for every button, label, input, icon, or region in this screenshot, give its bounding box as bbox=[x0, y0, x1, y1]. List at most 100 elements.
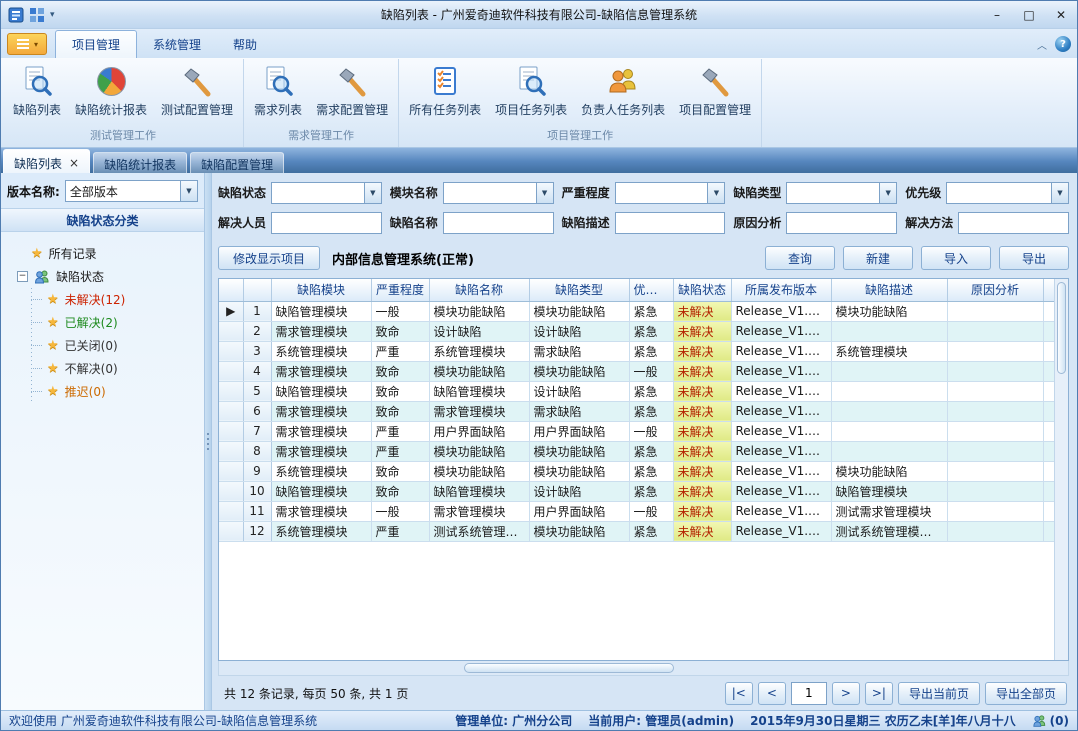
cell-severity: 致命 bbox=[371, 481, 429, 501]
import-button[interactable]: 导入 bbox=[921, 246, 991, 270]
table-row[interactable]: ▶1缺陷管理模块一般模块功能缺陷模块功能缺陷紧急未解决Release_V1.2.… bbox=[219, 301, 1054, 321]
column-header[interactable]: 缺陷模块 bbox=[271, 279, 371, 301]
resolver-input[interactable] bbox=[271, 212, 382, 234]
query-button[interactable]: 查询 bbox=[765, 246, 835, 270]
cell-severity: 严重 bbox=[371, 421, 429, 441]
tree-item-all-records[interactable]: ★ 所有记录 bbox=[5, 242, 200, 265]
column-header[interactable]: 缺陷类型 bbox=[529, 279, 629, 301]
tree-item-resolved[interactable]: ★ 已解决(2) bbox=[5, 311, 200, 334]
row-indicator bbox=[219, 521, 243, 541]
collapse-expander-icon[interactable]: − bbox=[17, 271, 28, 282]
project-tasks-button[interactable]: 项目任务列表 bbox=[488, 59, 574, 120]
tree-item-closed[interactable]: ★ 已关闭(0) bbox=[5, 334, 200, 357]
first-page-button[interactable]: |< bbox=[725, 682, 753, 705]
column-header[interactable]: 原因分析 bbox=[947, 279, 1043, 301]
column-header[interactable]: 严重程度 bbox=[371, 279, 429, 301]
priority-select[interactable]: ▼ bbox=[946, 182, 1069, 204]
prev-page-button[interactable]: < bbox=[758, 682, 786, 705]
table-row[interactable]: 8需求管理模块严重模块功能缺陷模块功能缺陷紧急未解决Release_V1.0.0 bbox=[219, 441, 1054, 461]
doc-tab-defect-list[interactable]: 缺陷列表 × bbox=[3, 149, 90, 173]
column-header[interactable]: 优先级 bbox=[629, 279, 673, 301]
defect-name-input[interactable] bbox=[443, 212, 554, 234]
tree-item-defect-status[interactable]: − 缺陷状态 bbox=[5, 265, 200, 288]
cell-desc: 缺陷管理模块 bbox=[831, 481, 947, 501]
tab-close-icon[interactable]: × bbox=[69, 156, 79, 170]
next-page-button[interactable]: > bbox=[832, 682, 860, 705]
last-page-button[interactable]: >| bbox=[865, 682, 893, 705]
table-row[interactable]: 12系统管理模块严重测试系统管理模...模块功能缺陷紧急未解决Release_V… bbox=[219, 521, 1054, 541]
column-header[interactable]: 缺陷状态 bbox=[673, 279, 731, 301]
close-button[interactable]: ✕ bbox=[1045, 1, 1077, 28]
table-row[interactable]: 11需求管理模块一般需求管理模块用户界面缺陷一般未解决Release_V1.1.… bbox=[219, 501, 1054, 521]
tree-item-wont-fix[interactable]: ★ 不解决(0) bbox=[5, 357, 200, 380]
vertical-scrollbar-thumb[interactable] bbox=[1057, 282, 1066, 374]
cell-desc: 模块功能缺陷 bbox=[831, 461, 947, 481]
defect-report-button[interactable]: 缺陷统计报表 bbox=[68, 59, 154, 120]
cell-status: 未解决 bbox=[673, 441, 731, 461]
column-header[interactable]: 缺陷名称 bbox=[429, 279, 529, 301]
module-name-select[interactable]: ▼ bbox=[443, 182, 554, 204]
quick-access-dropdown-icon[interactable]: ▾ bbox=[50, 10, 55, 20]
table-row[interactable]: 9系统管理模块致命模块功能缺陷模块功能缺陷紧急未解决Release_V1.0.0… bbox=[219, 461, 1054, 481]
star-icon: ★ bbox=[47, 385, 59, 398]
table-row[interactable]: 7需求管理模块严重用户界面缺陷用户界面缺陷一般未解决Release_V1.0.0 bbox=[219, 421, 1054, 441]
table-row[interactable]: 10缺陷管理模块致命缺陷管理模块设计缺陷紧急未解决Release_V1.0.0缺… bbox=[219, 481, 1054, 501]
cell-desc bbox=[831, 361, 947, 381]
defect-type-select[interactable]: ▼ bbox=[786, 182, 897, 204]
help-icon[interactable]: ? bbox=[1055, 36, 1071, 52]
sidebar-splitter[interactable] bbox=[204, 173, 212, 710]
table-row[interactable]: 3系统管理模块严重系统管理模块需求缺陷紧急未解决Release_V1.2.0系统… bbox=[219, 341, 1054, 361]
owner-tasks-button[interactable]: 负责人任务列表 bbox=[574, 59, 672, 120]
requirement-config-button[interactable]: 需求配置管理 bbox=[309, 59, 395, 120]
horizontal-scrollbar-thumb[interactable] bbox=[464, 663, 674, 673]
cause-analysis-input[interactable] bbox=[786, 212, 897, 234]
all-tasks-button[interactable]: 所有任务列表 bbox=[402, 59, 488, 120]
cell-type: 设计缺陷 bbox=[529, 321, 629, 341]
app-icon[interactable] bbox=[8, 7, 24, 23]
defect-desc-input[interactable] bbox=[615, 212, 726, 234]
grid-icon[interactable] bbox=[29, 7, 45, 23]
minimize-button[interactable]: – bbox=[981, 1, 1013, 28]
cell-name: 设计缺陷 bbox=[429, 321, 529, 341]
ribbon-tab-help[interactable]: 帮助 bbox=[217, 31, 273, 58]
defect-status-select[interactable]: ▼ bbox=[271, 182, 382, 204]
table-row[interactable]: 2需求管理模块致命设计缺陷设计缺陷紧急未解决Release_V1.2.0 bbox=[219, 321, 1054, 341]
doc-tab-defect-config[interactable]: 缺陷配置管理 bbox=[190, 152, 284, 173]
ribbon-tab-project-management[interactable]: 项目管理 bbox=[55, 30, 137, 58]
app-menu-button[interactable]: ▾ bbox=[7, 33, 47, 55]
project-config-button[interactable]: 项目配置管理 bbox=[672, 59, 758, 120]
table-row[interactable]: 5缺陷管理模块致命缺陷管理模块设计缺陷紧急未解决Release_V1.0.0 bbox=[219, 381, 1054, 401]
cell-module: 需求管理模块 bbox=[271, 361, 371, 381]
maximize-button[interactable]: □ bbox=[1013, 1, 1045, 28]
tree-item-postponed[interactable]: ★ 推迟(0) bbox=[5, 380, 200, 403]
new-button[interactable]: 新建 bbox=[843, 246, 913, 270]
export-button[interactable]: 导出 bbox=[999, 246, 1069, 270]
defect-list-button[interactable]: 缺陷列表 bbox=[6, 59, 68, 120]
page-number-input[interactable] bbox=[791, 682, 827, 705]
version-select[interactable]: 全部版本 ▼ bbox=[65, 180, 198, 202]
tree-item-unresolved[interactable]: ★ 未解决(12) bbox=[5, 288, 200, 311]
doc-tab-defect-report[interactable]: 缺陷统计报表 bbox=[93, 152, 187, 173]
solution-input[interactable] bbox=[958, 212, 1069, 234]
severity-select[interactable]: ▼ bbox=[615, 182, 726, 204]
horizontal-scrollbar[interactable] bbox=[218, 661, 1069, 676]
table-row[interactable]: 4需求管理模块致命模块功能缺陷模块功能缺陷一般未解决Release_V1.0.0 bbox=[219, 361, 1054, 381]
table-row[interactable]: 6需求管理模块致命需求管理模块需求缺陷紧急未解决Release_V1.1.0 bbox=[219, 401, 1054, 421]
requirement-list-button[interactable]: 需求列表 bbox=[247, 59, 309, 120]
current-user-text: 当前用户: 管理员(admin) bbox=[588, 712, 734, 729]
ribbon-tab-system-management[interactable]: 系统管理 bbox=[137, 31, 217, 58]
modify-columns-button[interactable]: 修改显示项目 bbox=[218, 246, 320, 270]
collapse-ribbon-icon[interactable]: ︿ bbox=[1037, 37, 1047, 52]
cell-severity: 致命 bbox=[371, 381, 429, 401]
column-header[interactable]: 缺陷描述 bbox=[831, 279, 947, 301]
row-indicator bbox=[219, 501, 243, 521]
test-config-button[interactable]: 测试配置管理 bbox=[154, 59, 240, 120]
column-header[interactable]: 解决方法 bbox=[1043, 279, 1054, 301]
cell-module: 缺陷管理模块 bbox=[271, 301, 371, 321]
cell-status: 未解决 bbox=[673, 361, 731, 381]
export-current-page-button[interactable]: 导出当前页 bbox=[898, 682, 980, 705]
cell-type: 需求缺陷 bbox=[529, 341, 629, 361]
column-header[interactable]: 所属发布版本 bbox=[731, 279, 831, 301]
export-all-pages-button[interactable]: 导出全部页 bbox=[985, 682, 1067, 705]
vertical-scrollbar[interactable] bbox=[1054, 279, 1068, 660]
